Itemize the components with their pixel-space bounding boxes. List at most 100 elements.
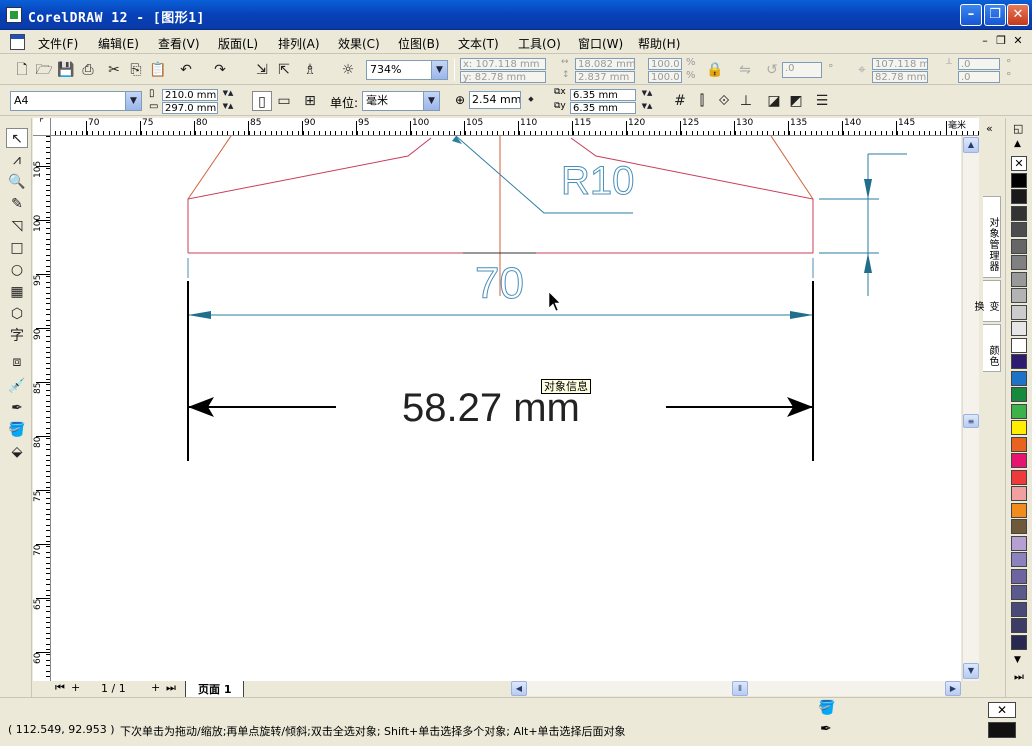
copy-icon[interactable]: ⎘ bbox=[126, 60, 146, 80]
skew-x-field[interactable]: .0 bbox=[958, 58, 1000, 70]
color-swatch[interactable] bbox=[1011, 618, 1027, 633]
chevron-down-icon[interactable]: ▼ bbox=[125, 92, 141, 110]
portrait-icon[interactable]: ▯ bbox=[252, 91, 272, 111]
width-field[interactable]: 18.082 mm bbox=[575, 58, 635, 70]
part-outline-diagonal-right[interactable] bbox=[770, 136, 814, 200]
object-manager-tab[interactable]: 对象管理器 bbox=[983, 196, 1001, 278]
mirror-icon[interactable]: ⇋ bbox=[735, 60, 755, 80]
x-position-field[interactable]: x: 107.118 mm bbox=[460, 58, 546, 70]
coreldraw-app-icon[interactable] bbox=[6, 7, 22, 23]
color-swatch[interactable] bbox=[1011, 271, 1027, 287]
color-swatch[interactable] bbox=[1011, 189, 1027, 204]
menu-help[interactable]: 帮助(H) bbox=[638, 35, 680, 52]
menu-text[interactable]: 文本(T) bbox=[458, 35, 499, 52]
paste-icon[interactable]: 📋 bbox=[148, 60, 168, 80]
fill-indicator-icon[interactable]: 🪣 bbox=[818, 700, 835, 716]
skew-y-field[interactable]: .0 bbox=[958, 71, 1000, 83]
open-icon[interactable]: 🗁 bbox=[34, 60, 54, 80]
nudge-distance-field[interactable]: 2.54 mm bbox=[469, 91, 521, 109]
nudge-spinner[interactable]: ◆ bbox=[524, 95, 538, 104]
menu-file[interactable]: 文件(F) bbox=[38, 35, 78, 52]
restore-button[interactable]: ❐ bbox=[984, 4, 1006, 26]
units-select[interactable]: 毫米 ▼ bbox=[362, 91, 440, 111]
color-swatch[interactable] bbox=[1011, 304, 1027, 320]
import-icon[interactable]: ⇲ bbox=[252, 60, 272, 80]
doc-minimize-button[interactable]: – bbox=[978, 34, 992, 47]
color-swatch[interactable] bbox=[1011, 370, 1027, 386]
color-swatch[interactable] bbox=[1011, 172, 1027, 188]
color-swatch[interactable] bbox=[1011, 222, 1027, 237]
add-page-before-icon[interactable]: + bbox=[71, 681, 80, 694]
color-tab[interactable]: 颜色 bbox=[983, 324, 1001, 372]
palette-options-icon[interactable]: ◱ bbox=[1013, 122, 1023, 135]
horizontal-scroll-thumb[interactable]: ⦀ bbox=[732, 681, 748, 696]
palette-expand-icon[interactable]: ⏭ bbox=[1014, 670, 1024, 684]
menu-view[interactable]: 查看(V) bbox=[158, 35, 200, 52]
color-swatch[interactable] bbox=[1011, 552, 1027, 567]
chevron-down-icon[interactable]: ▼ bbox=[423, 92, 439, 110]
color-swatch[interactable] bbox=[1011, 288, 1027, 303]
treat-as-filled-icon[interactable]: ◪ bbox=[764, 91, 784, 111]
lock-ratio-icon[interactable]: 🔒 bbox=[705, 60, 725, 80]
rotate-icon[interactable]: ↺ bbox=[762, 60, 782, 80]
text-tool-icon[interactable]: 字 bbox=[6, 326, 28, 346]
zoom-tool-icon[interactable]: 🔍 bbox=[6, 172, 28, 192]
color-swatch[interactable] bbox=[1011, 568, 1027, 584]
drawing-canvas[interactable]: R10 70 58.27 mm 对象信息 bbox=[51, 136, 961, 681]
part-outline-left[interactable] bbox=[187, 137, 432, 253]
page-tab[interactable]: 页面 1 bbox=[185, 681, 245, 698]
page-width-spinner[interactable]: ▼▲ bbox=[221, 89, 235, 98]
color-swatch[interactable] bbox=[1011, 337, 1027, 353]
color-swatch[interactable] bbox=[1011, 387, 1027, 402]
vertical-scrollbar[interactable]: ▲ ≡ ▼ bbox=[962, 136, 979, 681]
page-width-field[interactable]: 210.0 mm bbox=[162, 89, 218, 101]
duplicate-x-field[interactable]: 6.35 mm bbox=[570, 89, 636, 101]
y-position-field[interactable]: y: 82.78 mm bbox=[460, 71, 546, 83]
menu-tools[interactable]: 工具(O) bbox=[518, 35, 561, 52]
menu-window[interactable]: 窗口(W) bbox=[578, 35, 623, 52]
color-swatch[interactable] bbox=[1011, 519, 1027, 534]
page-layout-icon[interactable]: ⊞ bbox=[300, 91, 320, 111]
color-swatch[interactable] bbox=[1011, 585, 1027, 600]
color-swatch[interactable] bbox=[1011, 403, 1027, 419]
transform-tab[interactable]: 变换 bbox=[972, 280, 1001, 322]
horizontal-ruler[interactable]: 5707580859095100105110115120125130135140… bbox=[33, 118, 979, 136]
menu-edit[interactable]: 编辑(E) bbox=[98, 35, 139, 52]
undo-icon[interactable]: ↶ bbox=[176, 60, 196, 80]
minimize-button[interactable]: – bbox=[960, 4, 982, 26]
snap-to-objects-icon[interactable]: ⟐ bbox=[714, 91, 734, 111]
no-fill-swatch[interactable]: ✕ bbox=[988, 702, 1016, 718]
color-swatch[interactable] bbox=[1011, 453, 1027, 468]
pick-tool-icon[interactable]: ↖ bbox=[6, 128, 28, 148]
freehand-tool-icon[interactable]: ✎ bbox=[6, 194, 28, 214]
outline-indicator-icon[interactable]: ✒ bbox=[820, 721, 832, 737]
color-swatch[interactable] bbox=[1011, 238, 1027, 254]
interactive-blend-tool-icon[interactable]: ⧈ bbox=[6, 352, 28, 372]
new-icon[interactable]: 🗋 bbox=[12, 60, 32, 80]
eyedropper-tool-icon[interactable]: 💉 bbox=[6, 376, 28, 396]
scroll-up-button[interactable]: ▲ bbox=[963, 137, 979, 153]
rotation-field[interactable]: .0 bbox=[782, 62, 822, 78]
horizontal-scrollbar[interactable]: ◀ ⦀ ▶ bbox=[511, 681, 961, 696]
first-page-icon[interactable]: ⏮ bbox=[55, 681, 65, 695]
snap-to-guidelines-icon[interactable]: ⫿ bbox=[692, 91, 712, 111]
doc-close-button[interactable]: ✕ bbox=[1011, 34, 1025, 47]
palette-scroll-down-icon[interactable]: ▼ bbox=[1014, 655, 1021, 665]
ruler-origin[interactable]: ⌜ bbox=[33, 118, 51, 136]
interactive-fill-tool-icon[interactable]: ⬙ bbox=[6, 442, 28, 462]
close-button[interactable]: ✕ bbox=[1007, 4, 1029, 26]
scale-x-field[interactable]: 100.0 bbox=[648, 58, 682, 70]
color-swatch[interactable] bbox=[1011, 255, 1027, 270]
cut-icon[interactable]: ✂ bbox=[104, 60, 124, 80]
color-swatch[interactable] bbox=[1011, 486, 1027, 501]
corel-online-icon[interactable]: ☼ bbox=[338, 60, 358, 80]
doc-restore-button[interactable]: ❐ bbox=[994, 34, 1008, 47]
duplicate-x-spinner[interactable]: ▼▲ bbox=[640, 89, 654, 98]
application-launcher-icon[interactable]: ♗ bbox=[300, 60, 320, 80]
no-color-swatch[interactable]: ✕ bbox=[1011, 156, 1027, 171]
scale-y-field[interactable]: 100.0 bbox=[648, 71, 682, 83]
page-height-field[interactable]: 297.0 mm bbox=[162, 102, 218, 114]
chevron-down-icon[interactable]: ▼ bbox=[431, 61, 447, 79]
basic-shapes-tool-icon[interactable]: ⬡ bbox=[6, 304, 28, 324]
document-icon[interactable] bbox=[10, 34, 25, 50]
